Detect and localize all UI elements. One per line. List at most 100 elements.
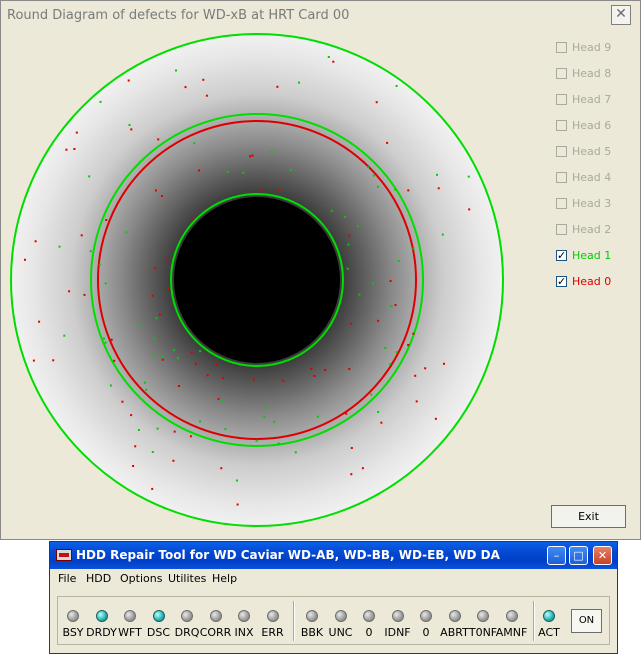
defect-mark — [160, 195, 163, 197]
defect-mark — [386, 141, 389, 144]
maximize-button[interactable]: □ — [569, 546, 588, 565]
head-checkbox[interactable]: ✓ — [556, 250, 567, 261]
diagram-close-button[interactable]: ✕ — [611, 5, 631, 25]
hdd-repair-tool-window: HDD Repair Tool for WD Caviar WD-AB, WD-… — [49, 541, 618, 654]
tool-window-title: HDD Repair Tool for WD Caviar WD-AB, WD-… — [76, 548, 500, 562]
head-checkbox-row: Head 6 — [556, 119, 636, 135]
defect-mark — [414, 374, 417, 377]
minimize-button[interactable]: – — [547, 546, 566, 565]
defect-mark — [375, 101, 378, 104]
defect-mark — [105, 219, 108, 221]
status-led-label: ABRT — [440, 626, 469, 639]
defect-mark — [394, 188, 397, 191]
status-led-label: UNC — [328, 626, 353, 639]
status-led-label: ERR — [261, 626, 284, 639]
defect-mark — [380, 421, 383, 424]
head-checkbox[interactable]: ✓ — [556, 276, 567, 287]
defect-mark — [99, 100, 102, 103]
head-checkbox-row: Head 4 — [556, 171, 636, 187]
defect-mark — [154, 267, 157, 270]
head-checkbox-row[interactable]: ✓ Head 0 — [556, 275, 636, 291]
defect-mark — [270, 150, 273, 153]
defect-mark — [468, 208, 471, 211]
defect-mark — [298, 81, 300, 84]
defect-mark — [348, 368, 351, 370]
defect-mark — [251, 154, 254, 157]
defect-mark — [344, 215, 346, 218]
defect-mark — [68, 290, 71, 293]
defect-mark — [161, 355, 164, 358]
defect-mark — [156, 427, 159, 430]
head-checkbox-row[interactable]: ✓ Head 1 — [556, 249, 636, 265]
menu-hdd[interactable]: HDD — [86, 572, 111, 585]
defect-mark — [145, 388, 148, 391]
defect-mark — [167, 287, 170, 290]
defect-mark — [58, 245, 61, 248]
defect-mark — [193, 142, 196, 145]
tool-title-bar[interactable]: HDD Repair Tool for WD Caviar WD-AB, WD-… — [50, 542, 617, 569]
diagram-window-title: Round Diagram of defects for WD-xB at HR… — [7, 8, 350, 23]
menu-file[interactable]: File — [58, 572, 76, 585]
defect-mark — [189, 435, 192, 438]
defect-mark — [273, 420, 276, 423]
defect-mark — [109, 384, 112, 387]
defect-mark — [226, 170, 229, 173]
defect-mark — [190, 351, 193, 354]
defect-mark — [158, 313, 161, 316]
diagram-title-bar[interactable]: Round Diagram of defects for WD-xB at HR… — [1, 1, 640, 31]
defect-mark — [104, 282, 107, 285]
defect-mark — [151, 487, 154, 490]
head-label: Head 6 — [572, 119, 612, 132]
defect-mark — [137, 429, 140, 431]
head-checkbox-row: Head 3 — [556, 197, 636, 213]
menu-options[interactable]: Options — [120, 572, 162, 585]
defect-mark — [98, 263, 101, 266]
status-led-label: 0 — [365, 626, 373, 639]
menu-help[interactable]: Help — [212, 572, 237, 585]
defect-mark — [125, 231, 128, 234]
defect-mark — [75, 131, 78, 134]
status-led-label: T0NF — [468, 626, 498, 639]
defect-mark — [221, 377, 224, 380]
defect-mark — [350, 322, 353, 325]
status-led — [477, 610, 489, 622]
defect-mark — [175, 69, 177, 72]
defect-mark — [260, 188, 263, 191]
exit-button[interactable]: Exit — [551, 505, 626, 528]
defect-mark — [178, 385, 180, 387]
tool-close-button[interactable]: ✕ — [593, 546, 612, 565]
defect-mark — [242, 171, 245, 174]
status-led — [95, 610, 108, 622]
defect-mark — [217, 397, 220, 400]
defect-mark — [436, 173, 438, 176]
defect-mark — [397, 259, 400, 262]
head-checkbox — [556, 94, 567, 105]
defect-mark — [236, 479, 238, 482]
status-led — [363, 610, 375, 622]
defect-mark — [394, 304, 397, 306]
defect-mark — [412, 247, 415, 250]
defect-mark — [370, 393, 373, 396]
defect-mark — [199, 350, 202, 353]
diagram-window: Round Diagram of defects for WD-xB at HR… — [0, 0, 641, 540]
defect-mark — [324, 369, 327, 372]
power-on-indicator[interactable]: ON — [571, 609, 602, 633]
status-led — [420, 610, 432, 622]
head-label: Head 1 — [572, 249, 612, 262]
activity-led-label: ACT — [538, 626, 560, 639]
defect-mark — [63, 334, 66, 337]
defect-mark — [415, 400, 418, 403]
defect-mark — [236, 503, 239, 506]
head-label: Head 5 — [572, 145, 612, 158]
status-led — [334, 610, 347, 622]
defect-mark — [151, 451, 154, 453]
status-led — [181, 610, 193, 622]
defect-mark — [24, 258, 26, 261]
menu-utilites[interactable]: Utilites — [168, 572, 206, 585]
defect-mark — [407, 344, 410, 346]
activity-led — [543, 610, 555, 622]
defect-mark — [437, 187, 440, 190]
defect-mark — [277, 442, 280, 445]
head-checkbox — [556, 172, 567, 183]
head-checkbox — [556, 146, 567, 157]
